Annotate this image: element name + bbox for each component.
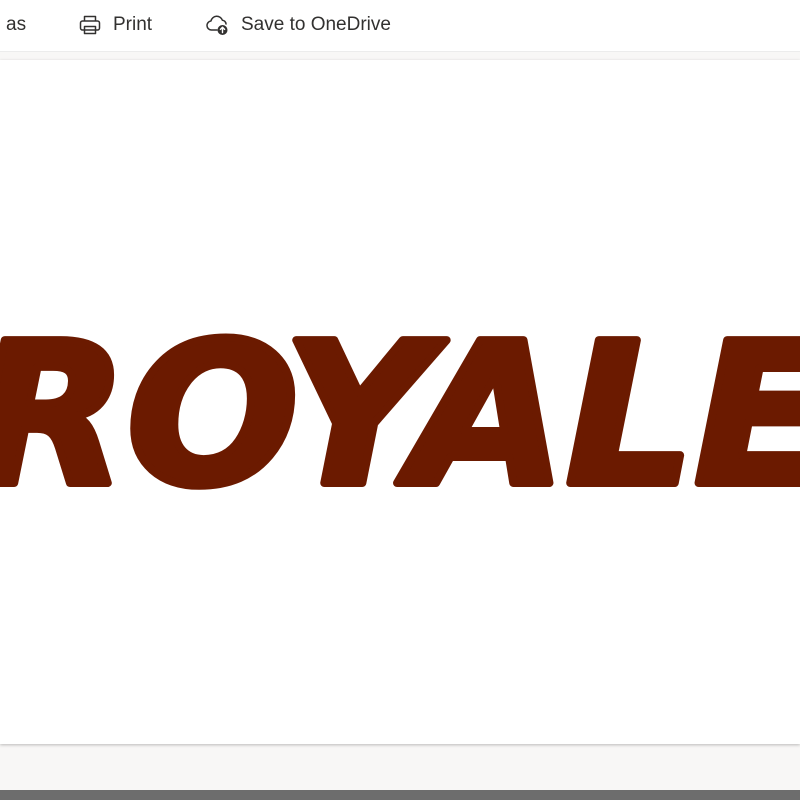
save-as-button[interactable]: as <box>6 0 26 50</box>
print-button[interactable]: Print <box>77 0 152 50</box>
save-to-onedrive-button[interactable]: Save to OneDrive <box>205 0 391 50</box>
app-window: as Print Save to OneDrive ROYALE <box>0 0 800 800</box>
save-to-onedrive-label: Save to OneDrive <box>241 14 391 35</box>
print-label: Print <box>113 14 153 35</box>
printer-icon <box>77 12 103 38</box>
document-canvas[interactable]: ROYALE <box>0 52 800 800</box>
bottom-scroll-bar[interactable] <box>0 790 800 800</box>
logo-text: ROYALE <box>0 315 800 505</box>
royale-logo: ROYALE <box>0 315 800 505</box>
document-page[interactable]: ROYALE <box>0 60 800 744</box>
logo-area: ROYALE <box>0 315 800 505</box>
save-as-label: as <box>6 14 27 35</box>
cloud-upload-icon <box>205 12 231 38</box>
toolbar: as Print Save to OneDrive <box>0 0 800 52</box>
